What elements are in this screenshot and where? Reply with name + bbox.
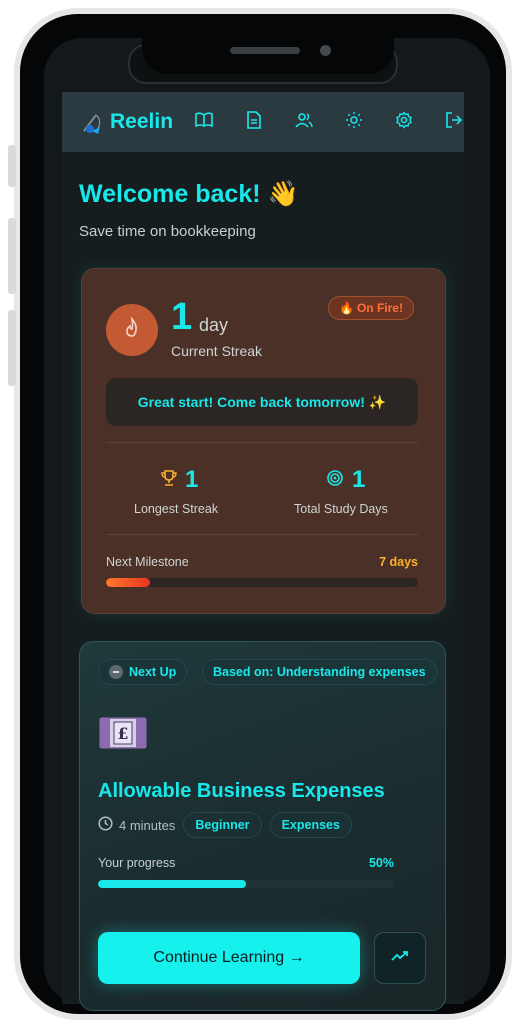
clock-icon bbox=[98, 816, 113, 834]
lesson-duration: 4 minutes bbox=[98, 816, 175, 834]
nav-document-button[interactable] bbox=[229, 102, 279, 142]
brand-name: Reelin bbox=[110, 110, 174, 133]
logout-icon bbox=[445, 111, 463, 133]
based-on-pill: Based on: Understanding expenses bbox=[202, 659, 437, 685]
book-icon bbox=[195, 111, 213, 133]
total-study-days-number: 1 bbox=[352, 466, 366, 493]
nav-theme-button[interactable] bbox=[329, 102, 379, 142]
fire-icon: 🔥 bbox=[339, 301, 354, 315]
trending-up-icon bbox=[391, 949, 409, 967]
nav-users-button[interactable] bbox=[279, 102, 329, 142]
total-study-days-value: 1 bbox=[326, 466, 365, 494]
current-streak-label: Current Streak bbox=[171, 343, 263, 359]
flame-icon bbox=[122, 315, 142, 344]
document-icon bbox=[247, 110, 261, 134]
next-milestone-label: Next Milestone bbox=[106, 555, 189, 569]
lesson-progress-bar bbox=[98, 880, 394, 888]
camera bbox=[320, 45, 331, 56]
page-title-text: Welcome back! bbox=[79, 180, 261, 208]
users-icon bbox=[295, 112, 313, 133]
next-up-pill: Next Up bbox=[98, 659, 188, 685]
lesson-meta: 4 minutes Beginner Expenses bbox=[98, 812, 352, 838]
settings-icon bbox=[395, 110, 413, 134]
continue-learning-button[interactable]: Continue Learning → bbox=[98, 932, 360, 984]
divider bbox=[106, 442, 418, 443]
page-title: Welcome back! 👋 bbox=[79, 180, 299, 209]
trophy-icon bbox=[161, 466, 177, 494]
phone-side-button bbox=[8, 310, 16, 386]
progress-label: Your progress bbox=[98, 856, 176, 870]
milestone-progress-bar bbox=[106, 578, 418, 587]
target-icon bbox=[326, 466, 344, 494]
phone-side-button bbox=[8, 218, 16, 294]
fishing-rod-logo-icon bbox=[78, 109, 104, 135]
on-fire-badge: 🔥 On Fire! bbox=[328, 296, 414, 320]
longest-streak-number: 1 bbox=[185, 466, 199, 493]
tag-topic: Expenses bbox=[269, 812, 352, 838]
progress-stats-button[interactable] bbox=[374, 932, 426, 984]
tag-level: Beginner bbox=[183, 812, 262, 838]
streak-flame-badge bbox=[106, 304, 158, 356]
minus-circle-icon bbox=[109, 665, 123, 679]
sun-icon bbox=[345, 111, 363, 134]
on-fire-label: On Fire! bbox=[356, 301, 403, 315]
page-subtitle: Save time on bookkeeping bbox=[79, 223, 256, 240]
next-milestone-value: 7 days bbox=[379, 555, 418, 569]
brand[interactable]: Reelin bbox=[78, 109, 173, 135]
current-streak-unit: day bbox=[199, 315, 229, 335]
lesson-title: Allowable Business Expenses bbox=[98, 780, 385, 802]
milestone-progress-fill bbox=[106, 578, 150, 587]
phone-side-button bbox=[8, 145, 16, 187]
lesson-progress-fill bbox=[98, 880, 246, 888]
notch bbox=[142, 14, 394, 74]
nav-settings-button[interactable] bbox=[379, 102, 429, 142]
current-streak-count: 1 bbox=[171, 296, 193, 338]
total-study-days-label: Total Study Days bbox=[294, 502, 388, 516]
streak-message: Great start! Come back tomorrow! ✨ bbox=[106, 378, 418, 426]
next-up-label: Next Up bbox=[129, 665, 177, 679]
nav-book-button[interactable] bbox=[179, 102, 229, 142]
waving-hand-icon: 👋 bbox=[267, 180, 299, 208]
longest-streak-label: Longest Streak bbox=[134, 502, 219, 516]
nav-icons bbox=[179, 102, 479, 142]
based-on-label: Based on: Understanding expenses bbox=[213, 665, 426, 679]
app-header: Reelin bbox=[62, 92, 464, 152]
lesson-duration-text: 4 minutes bbox=[119, 817, 176, 833]
divider bbox=[106, 534, 418, 535]
longest-streak-value: 1 bbox=[161, 466, 198, 494]
svg-text:£: £ bbox=[117, 724, 128, 743]
speaker bbox=[230, 47, 300, 54]
progress-value: 50% bbox=[368, 856, 394, 870]
pound-banknote-icon: £ bbox=[98, 712, 150, 756]
nav-logout-button[interactable] bbox=[429, 102, 479, 142]
